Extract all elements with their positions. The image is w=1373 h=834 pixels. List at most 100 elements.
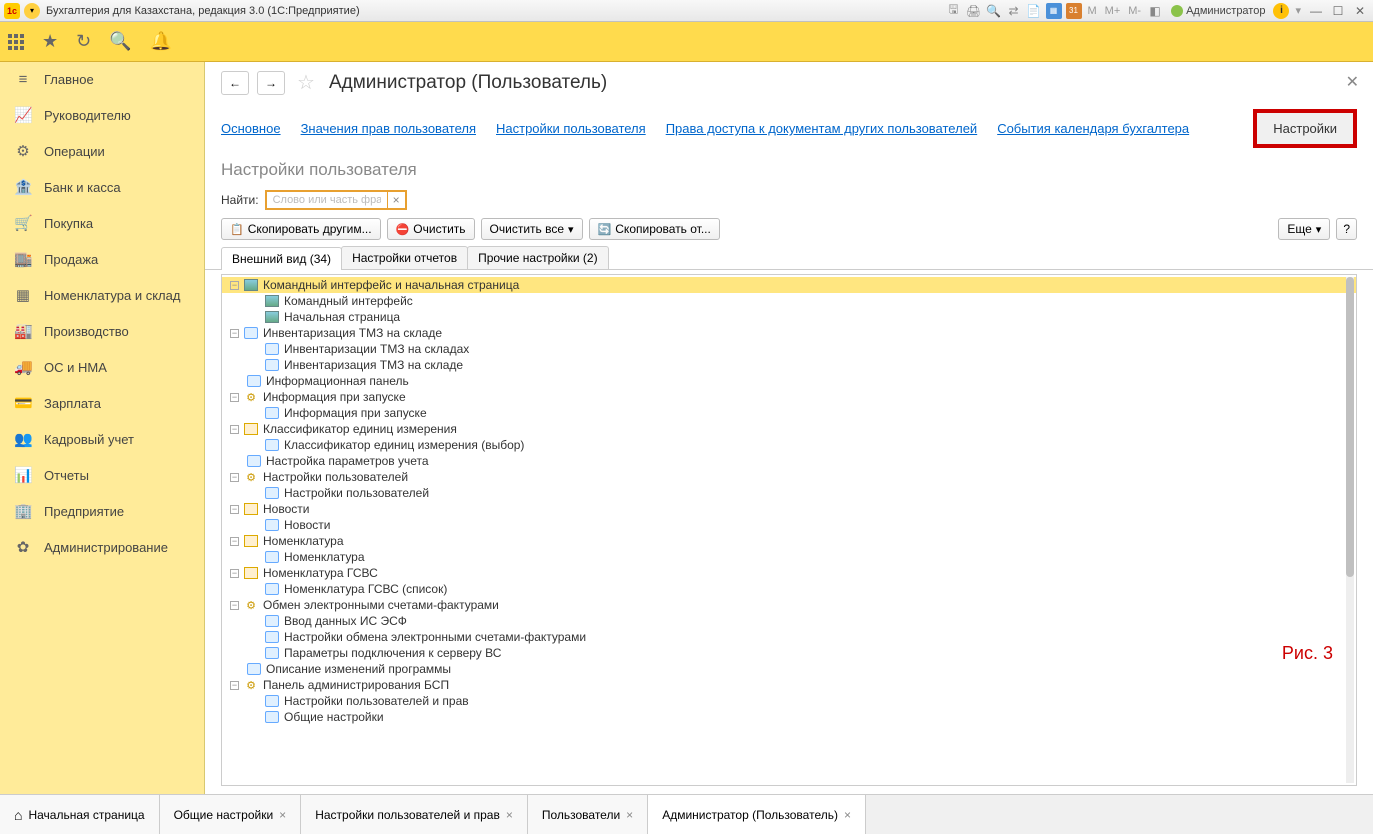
sidebar-item-6[interactable]: ▦Номенклатура и склад [0, 277, 204, 313]
tree-row[interactable]: Командный интерфейс [222, 293, 1356, 309]
tree-row[interactable]: −Новости [222, 501, 1356, 517]
navlink-1[interactable]: Значения прав пользователя [301, 121, 476, 136]
tree-row[interactable]: −⚙Обмен электронными счетами-фактурами [222, 597, 1356, 613]
save-icon[interactable]: 🖫 [946, 3, 962, 19]
sidebar-item-2[interactable]: ⚙Операции [0, 133, 204, 169]
tree-row[interactable]: Номенклатура ГСВС (список) [222, 581, 1356, 597]
navlink-2[interactable]: Настройки пользователя [496, 121, 646, 136]
tree-row[interactable]: −⚙Панель администрирования БСП [222, 677, 1356, 693]
sidebar-item-4[interactable]: 🛒Покупка [0, 205, 204, 241]
preview-icon[interactable]: 🔍 [986, 3, 1002, 19]
tree-row[interactable]: −Командный интерфейс и начальная страниц… [222, 277, 1356, 293]
sidebar-item-12[interactable]: 🏢Предприятие [0, 493, 204, 529]
bottom-tab-3[interactable]: Пользователи× [528, 795, 648, 834]
tree-row[interactable]: Настройка параметров учета [222, 453, 1356, 469]
app-menu-dropdown[interactable]: ▾ [24, 3, 40, 19]
tree-row[interactable]: Параметры подключения к серверу ВС [222, 645, 1356, 661]
m-plus[interactable]: M+ [1103, 5, 1123, 17]
collapse-icon[interactable]: − [230, 329, 239, 338]
collapse-icon[interactable]: − [230, 473, 239, 482]
tree-row[interactable]: −Номенклатура [222, 533, 1356, 549]
tree-row[interactable]: Общие настройки [222, 709, 1356, 725]
tree-row[interactable]: Настройки пользователей [222, 485, 1356, 501]
sidebar-item-3[interactable]: 🏦Банк и касса [0, 169, 204, 205]
info-icon[interactable]: i [1273, 3, 1289, 19]
m-minus[interactable]: M- [1126, 5, 1143, 17]
clear-all-button[interactable]: Очистить все▾ [481, 218, 583, 240]
tree-row[interactable]: Описание изменений программы [222, 661, 1356, 677]
bottom-tab-2[interactable]: Настройки пользователей и прав× [301, 795, 528, 834]
tree-row[interactable]: −Инвентаризация ТМЗ на складе [222, 325, 1356, 341]
copy-from-button[interactable]: 🔄Скопировать от... [589, 218, 720, 240]
tree-row[interactable]: Инвентаризации ТМЗ на складах [222, 341, 1356, 357]
more-button[interactable]: Еще▾ [1278, 218, 1330, 240]
sidebar-item-7[interactable]: 🏭Производство [0, 313, 204, 349]
collapse-icon[interactable]: − [230, 601, 239, 610]
search-input[interactable] [267, 192, 387, 208]
sidebar-item-13[interactable]: ✿Администрирование [0, 529, 204, 565]
close-tab-icon[interactable]: × [844, 808, 851, 822]
sidebar-item-0[interactable]: ≡Главное [0, 62, 204, 97]
m-indicator[interactable]: M [1086, 5, 1099, 17]
tree-row[interactable]: −⚙Настройки пользователей [222, 469, 1356, 485]
tree-row[interactable]: Информационная панель [222, 373, 1356, 389]
bottom-tab-4[interactable]: Администратор (Пользователь)× [648, 795, 866, 834]
tab-1[interactable]: Настройки отчетов [341, 246, 468, 269]
tree-row[interactable]: Настройки обмена электронными счетами-фа… [222, 629, 1356, 645]
scrollbar-thumb[interactable] [1346, 277, 1354, 577]
panel-icon[interactable]: ◧ [1147, 3, 1163, 19]
help-button[interactable]: ? [1336, 218, 1357, 240]
search-icon[interactable]: 🔍 [109, 31, 131, 52]
info-dropdown[interactable]: ▾ [1293, 4, 1303, 17]
tree-row[interactable]: −Классификатор единиц измерения [222, 421, 1356, 437]
sidebar-item-5[interactable]: 🏬Продажа [0, 241, 204, 277]
tree-row[interactable]: Настройки пользователей и прав [222, 693, 1356, 709]
close-tab-icon[interactable]: × [506, 808, 513, 822]
collapse-icon[interactable]: − [230, 681, 239, 690]
bell-icon[interactable]: 🔔 [150, 31, 172, 52]
calc-icon[interactable]: ▦ [1046, 3, 1062, 19]
print-icon[interactable]: 🖨 [966, 3, 982, 19]
copy-to-others-button[interactable]: 📋Скопировать другим... [221, 218, 381, 240]
history-icon[interactable]: ↻ [76, 31, 91, 52]
close-tab-icon[interactable]: × [626, 808, 633, 822]
collapse-icon[interactable]: − [230, 425, 239, 434]
sidebar-item-9[interactable]: 💳Зарплата [0, 385, 204, 421]
clear-button[interactable]: ⛔Очистить [387, 218, 475, 240]
navlink-settings-active[interactable]: Настройки [1253, 109, 1357, 148]
close-button[interactable]: ✕ [1351, 4, 1369, 18]
tab-2[interactable]: Прочие настройки (2) [467, 246, 608, 269]
minimize-button[interactable]: — [1307, 4, 1325, 18]
tree-row[interactable]: Ввод данных ИС ЭСФ [222, 613, 1356, 629]
tab-0[interactable]: Внешний вид (34) [221, 247, 342, 270]
favorite-icon[interactable]: ★ [42, 31, 58, 52]
tree-row[interactable]: Новости [222, 517, 1356, 533]
sidebar-item-11[interactable]: 📊Отчеты [0, 457, 204, 493]
collapse-icon[interactable]: − [230, 393, 239, 402]
tree-row[interactable]: −⚙Информация при запуске [222, 389, 1356, 405]
collapse-icon[interactable]: − [230, 537, 239, 546]
nav-back-button[interactable]: ← [221, 71, 249, 95]
maximize-button[interactable]: ☐ [1329, 4, 1347, 18]
bottom-tab-1[interactable]: Общие настройки× [160, 795, 302, 834]
clear-search-button[interactable]: × [387, 192, 405, 208]
bottom-tab-0[interactable]: ⌂Начальная страница [0, 795, 160, 834]
navlink-0[interactable]: Основное [221, 121, 281, 136]
tree-row[interactable]: −Номенклатура ГСВС [222, 565, 1356, 581]
sidebar-item-1[interactable]: 📈Руководителю [0, 97, 204, 133]
sidebar-item-8[interactable]: 🚚ОС и НМА [0, 349, 204, 385]
collapse-icon[interactable]: − [230, 505, 239, 514]
navlink-3[interactable]: Права доступа к документам других пользо… [666, 121, 978, 136]
close-page-button[interactable]: ✕ [1346, 72, 1359, 92]
collapse-icon[interactable]: − [230, 569, 239, 578]
sidebar-item-10[interactable]: 👥Кадровый учет [0, 421, 204, 457]
tree-row[interactable]: Начальная страница [222, 309, 1356, 325]
navlink-4[interactable]: События календаря бухгалтера [997, 121, 1189, 136]
collapse-icon[interactable]: − [230, 281, 239, 290]
compare-icon[interactable]: ⇄ [1006, 3, 1022, 19]
tree-row[interactable]: Номенклатура [222, 549, 1356, 565]
tree-row[interactable]: Инвентаризация ТМЗ на складе [222, 357, 1356, 373]
calendar-icon[interactable]: 31 [1066, 3, 1082, 19]
star-icon[interactable]: ☆ [297, 70, 315, 95]
tree-row[interactable]: Информация при запуске [222, 405, 1356, 421]
